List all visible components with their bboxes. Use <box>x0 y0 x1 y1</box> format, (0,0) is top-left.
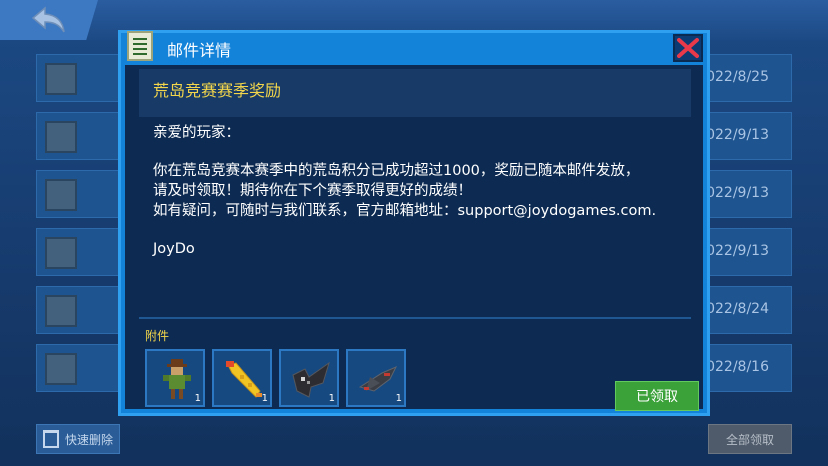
attachment-item[interactable]: 1 <box>212 349 272 407</box>
attachment-item[interactable]: 1 <box>279 349 339 407</box>
envelope-icon <box>45 121 77 153</box>
mail-content-panel: 荒岛竞赛赛季奖励 亲爱的玩家： 你在荒岛竞赛本赛季中的荒岛积分已成功超过1000… <box>125 65 703 411</box>
body-line: 请及时领取！期待你在下个赛季取得更好的成绩！ <box>153 183 472 199</box>
body-signature: JoyDo <box>153 241 195 257</box>
quick-delete-button[interactable]: 快速删除 <box>36 424 120 454</box>
body-greeting: 亲爱的玩家： <box>153 125 240 141</box>
claimed-button[interactable]: 已领取 <box>615 381 699 411</box>
envelope-icon <box>45 295 77 327</box>
claimed-label: 已领取 <box>636 389 678 405</box>
envelope-icon <box>45 63 77 95</box>
dark-wing-icon <box>292 361 330 398</box>
claim-all-label: 全部领取 <box>725 432 774 447</box>
jet-plane-icon <box>358 366 398 392</box>
body-line: 如有疑问，可随时与我们联系，官方邮箱地址：support@joydogames.… <box>153 203 657 219</box>
attachment-count: 1 <box>261 393 268 404</box>
attachments-label: 附件 <box>145 329 170 343</box>
mail-body: 亲爱的玩家： 你在荒岛竞赛本赛季中的荒岛积分已成功超过1000，奖励已随本邮件发… <box>153 123 693 259</box>
attachment-item[interactable]: 1 <box>145 349 205 407</box>
envelope-icon <box>45 179 77 211</box>
rubber-chicken-weapon-icon <box>226 361 262 398</box>
attachment-count: 1 <box>395 393 402 404</box>
attachment-item[interactable]: 1 <box>346 349 406 407</box>
dialog-title: 邮件详情 <box>167 41 232 60</box>
envelope-icon <box>45 237 77 269</box>
scarecrow-skin-icon <box>163 359 191 399</box>
close-icon <box>677 38 699 58</box>
attachment-count: 1 <box>194 393 201 404</box>
trash-icon <box>43 430 59 448</box>
claim-all-button[interactable]: 全部领取 <box>708 424 792 454</box>
document-icon <box>127 31 153 61</box>
envelope-icon <box>45 353 77 385</box>
back-arrow-icon <box>31 6 65 33</box>
quick-delete-label: 快速删除 <box>65 432 114 447</box>
divider <box>139 317 691 319</box>
subject-bar: 荒岛竞赛赛季奖励 <box>139 69 691 117</box>
back-button[interactable] <box>0 0 98 40</box>
close-button[interactable] <box>673 34 703 62</box>
mail-detail-dialog: 邮件详情 荒岛竞赛赛季奖励 亲爱的玩家： 你在荒岛竞赛本赛季中的荒岛积分已成功超… <box>118 30 710 416</box>
body-line: 你在荒岛竞赛本赛季中的荒岛积分已成功超过1000，奖励已随本邮件发放， <box>153 163 640 179</box>
attachment-count: 1 <box>328 393 335 404</box>
mail-subject: 荒岛竞赛赛季奖励 <box>153 81 282 100</box>
